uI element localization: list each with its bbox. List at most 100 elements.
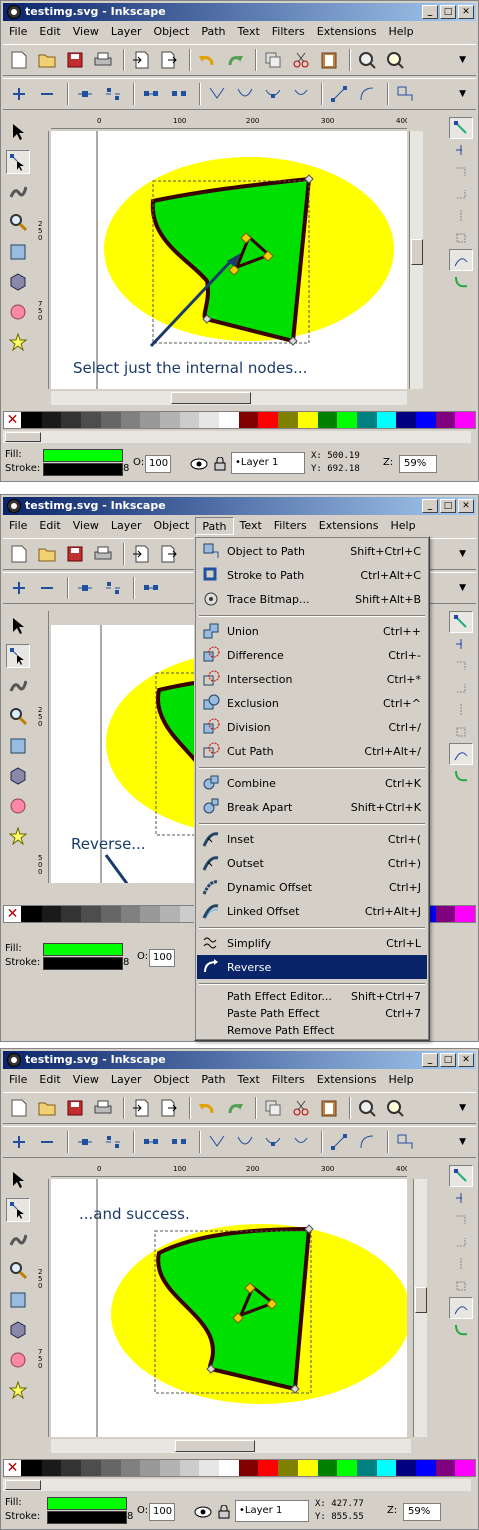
segment-to-line-icon[interactable] — [327, 1130, 351, 1154]
redo-icon[interactable] — [223, 1096, 247, 1120]
close-button[interactable]: ✕ — [458, 5, 474, 19]
snap-enable-icon[interactable] — [449, 611, 473, 633]
swatch[interactable] — [61, 1460, 82, 1476]
snap-nodes-icon[interactable] — [449, 743, 473, 765]
swatch[interactable] — [297, 1460, 318, 1476]
insert-node-icon[interactable] — [7, 1130, 31, 1154]
tweak-tool-icon[interactable] — [6, 180, 30, 204]
menu-file[interactable]: File — [3, 517, 33, 535]
swatch[interactable] — [100, 412, 121, 428]
no-paint-icon[interactable]: ✕ — [4, 1460, 22, 1476]
break-path-icon[interactable] — [101, 1130, 125, 1154]
zoom-selection-icon[interactable] — [355, 48, 379, 72]
menu-item-object-to-path[interactable]: Object to Path Shift+Ctrl+C — [197, 539, 427, 563]
swatch[interactable] — [199, 412, 220, 428]
menu-view[interactable]: View — [67, 517, 105, 535]
menu-layer[interactable]: Layer — [105, 1071, 148, 1089]
segment-to-curve-icon[interactable] — [355, 1130, 379, 1154]
horizontal-scrollbar[interactable] — [51, 391, 407, 405]
no-paint-icon[interactable]: ✕ — [4, 906, 22, 922]
menu-text[interactable]: Text — [234, 517, 268, 535]
menu-object[interactable]: Object — [148, 1071, 196, 1089]
snap-bbox-center-icon[interactable] — [449, 1275, 473, 1297]
duplicate-icon[interactable] — [261, 1096, 285, 1120]
node-tool-icon[interactable] — [6, 150, 30, 174]
zoom-tool-icon[interactable] — [6, 210, 30, 234]
swatch[interactable] — [61, 412, 82, 428]
selector-tool-icon[interactable] — [6, 614, 30, 638]
swatch[interactable] — [22, 906, 42, 922]
snap-bbox-icon[interactable] — [449, 139, 473, 161]
snap-bbox-midpoints-icon[interactable] — [449, 205, 473, 227]
import-icon[interactable] — [129, 48, 153, 72]
swatch[interactable] — [120, 412, 141, 428]
snap-bbox-icon[interactable] — [449, 1187, 473, 1209]
ellipse-tool-icon[interactable] — [6, 1348, 30, 1372]
swatch[interactable] — [140, 412, 160, 428]
object-to-path-icon[interactable] — [393, 82, 417, 106]
menu-file[interactable]: File — [3, 23, 33, 41]
swatch[interactable] — [81, 412, 101, 428]
title-bar[interactable]: testimg.svg - Inkscape _ □ ✕ — [3, 1051, 476, 1069]
menu-help[interactable]: Help — [384, 517, 421, 535]
open-folder-icon[interactable] — [35, 1096, 59, 1120]
new-document-icon[interactable] — [7, 542, 31, 566]
minimize-button[interactable]: _ — [422, 499, 438, 513]
layer-selector[interactable]: •Layer 1 — [235, 1500, 309, 1522]
swatch[interactable] — [41, 412, 62, 428]
minimize-button[interactable]: _ — [422, 5, 438, 19]
delete-segment-icon[interactable] — [167, 82, 191, 106]
swatch[interactable] — [22, 1460, 42, 1476]
segment-to-line-icon[interactable] — [327, 82, 351, 106]
tweak-tool-icon[interactable] — [6, 1228, 30, 1252]
swatch[interactable] — [41, 906, 62, 922]
maximize-button[interactable]: □ — [440, 499, 456, 513]
layer-selector[interactable]: •Layer 1 — [231, 452, 305, 474]
snap-enable-icon[interactable] — [449, 117, 473, 139]
swatch[interactable] — [278, 412, 298, 428]
swatch[interactable] — [435, 1460, 456, 1476]
menu-item-trace-bitmap[interactable]: Trace Bitmap... Shift+Alt+B — [197, 587, 427, 611]
insert-node-icon[interactable] — [7, 82, 31, 106]
snap-paths-icon[interactable] — [449, 271, 473, 293]
delete-node-icon[interactable] — [35, 576, 59, 600]
palette-scrollbar[interactable] — [3, 431, 471, 443]
swatch[interactable] — [297, 412, 318, 428]
redo-icon[interactable] — [223, 48, 247, 72]
paste-icon[interactable] — [317, 1096, 341, 1120]
horizontal-scrollbar[interactable] — [51, 1439, 411, 1453]
cut-icon[interactable] — [289, 1096, 313, 1120]
cusp-node-icon[interactable] — [205, 1130, 229, 1154]
maximize-button[interactable]: □ — [440, 5, 456, 19]
symmetric-node-icon[interactable] — [261, 1130, 285, 1154]
swatch[interactable] — [455, 1460, 476, 1476]
fill-swatch[interactable] — [43, 449, 123, 462]
swatch[interactable] — [22, 412, 42, 428]
join-segment-icon[interactable] — [139, 576, 163, 600]
menu-item-remove-path-effect[interactable]: Remove Path Effect — [197, 1022, 427, 1038]
stroke-swatch[interactable] — [43, 957, 123, 970]
menu-item-division[interactable]: Division Ctrl+/ — [197, 715, 427, 739]
menu-object[interactable]: Object — [148, 517, 196, 535]
toolbar-overflow-icon[interactable]: ▼ — [459, 89, 466, 99]
swatch[interactable] — [140, 1460, 160, 1476]
tweak-tool-icon[interactable] — [6, 674, 30, 698]
menu-item-linked-offset[interactable]: Linked Offset Ctrl+Alt+J — [197, 899, 427, 923]
node-tool-icon[interactable] — [6, 644, 30, 668]
swatch[interactable] — [455, 906, 476, 922]
vertical-scrollbar[interactable] — [413, 1179, 427, 1437]
insert-node-icon[interactable] — [7, 576, 31, 600]
opacity-input[interactable]: 100 — [145, 455, 171, 473]
stroke-swatch[interactable] — [47, 1511, 127, 1524]
maximize-button[interactable]: □ — [440, 1053, 456, 1067]
vertical-scrollbar[interactable] — [409, 131, 423, 389]
minimize-button[interactable]: _ — [422, 1053, 438, 1067]
snap-bbox-center-icon[interactable] — [449, 721, 473, 743]
no-paint-icon[interactable]: ✕ — [4, 412, 22, 428]
close-button[interactable]: ✕ — [458, 1053, 474, 1067]
lock-icon[interactable] — [211, 452, 229, 476]
new-document-icon[interactable] — [7, 1096, 31, 1120]
toolbar-overflow-icon[interactable]: ▼ — [459, 1103, 466, 1113]
swatch[interactable] — [100, 1460, 121, 1476]
menu-layer[interactable]: Layer — [105, 23, 148, 41]
